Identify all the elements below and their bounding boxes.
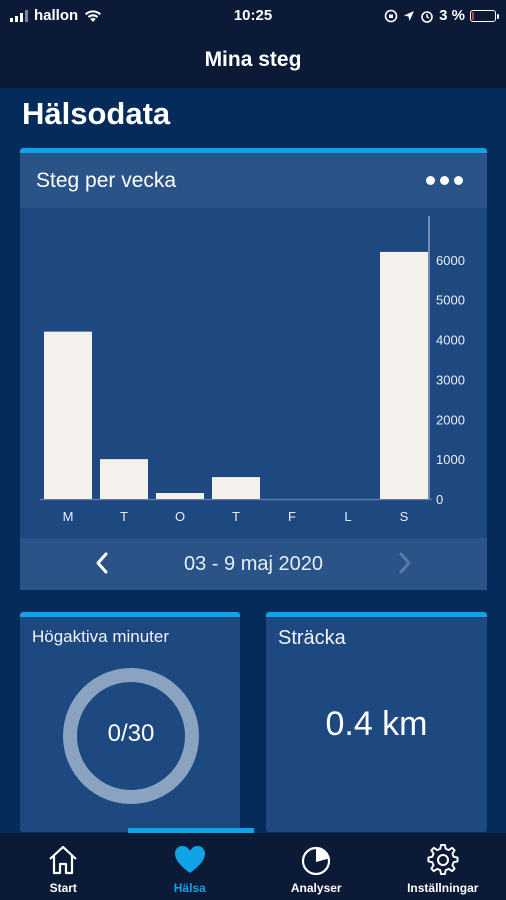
x-tick-label: F <box>288 509 296 524</box>
tab-installningar-label: Inställningar <box>407 881 479 895</box>
chart-bar <box>44 331 92 499</box>
navigation-bar: Mina steg <box>0 32 506 88</box>
tab-halsa-label: Hälsa <box>173 881 206 895</box>
x-tick-label: M <box>63 509 74 524</box>
y-tick-label: 4000 <box>436 333 465 348</box>
y-tick-label: 1000 <box>436 452 465 467</box>
distance-value: 0.4 km <box>325 705 428 743</box>
distance-title: Sträcka <box>278 627 346 649</box>
active-minutes-card[interactable]: Högaktiva minuter 0/30 <box>20 612 240 832</box>
chart-svg: M T O T F L S 0 1000 2000 3000 4000 5000 6000 <box>40 216 465 524</box>
location-icon <box>404 10 415 21</box>
x-tick-label: T <box>232 509 240 524</box>
home-icon <box>49 845 77 875</box>
y-tick-label: 2000 <box>436 412 465 427</box>
active-minutes-title: Högaktiva minuter <box>32 627 170 646</box>
y-tick-label: 0 <box>436 492 443 507</box>
x-tick-label: O <box>175 509 185 524</box>
distance-card[interactable]: Sträcka 0.4 km <box>266 612 487 832</box>
y-tick-label: 5000 <box>436 293 465 308</box>
chart-bar <box>212 477 260 499</box>
active-minutes-ring: 0/30 <box>60 665 202 807</box>
screen-title: Mina steg <box>204 48 302 71</box>
x-tick-label: L <box>344 509 351 524</box>
chevron-left-icon[interactable] <box>92 550 112 576</box>
status-right: 3 % <box>384 7 499 24</box>
steps-bar-chart: M T O T F L S 0 1000 2000 3000 4000 5000 6000 <box>20 208 487 538</box>
tab-halsa[interactable]: Hälsa <box>127 833 254 900</box>
date-range: 03 - 9 maj 2020 <box>184 552 323 575</box>
screen-lock-icon <box>384 9 398 22</box>
battery-icon <box>470 9 499 22</box>
pie-chart-icon <box>302 846 331 876</box>
chart-card-header: Steg per vecka <box>20 153 487 208</box>
x-tick-label: S <box>400 509 409 524</box>
chevron-right-icon[interactable] <box>395 550 415 576</box>
chart-card-title: Steg per vecka <box>36 168 177 192</box>
y-tick-label: 3000 <box>436 372 465 387</box>
chart-bar <box>100 459 148 499</box>
active-minutes-value: 0/30 <box>107 720 155 747</box>
heart-icon <box>174 846 205 873</box>
steps-chart-card: Steg per vecka M T O T F L S 0 1000 2000 3000 4000 5… <box>20 148 487 590</box>
chart-bar <box>380 251 428 499</box>
more-options-icon[interactable] <box>426 176 463 185</box>
x-tick-label: T <box>120 509 128 524</box>
battery-percent: 3 % <box>439 7 465 24</box>
status-bar: hallon 10:25 3 % <box>0 0 506 32</box>
battery-level <box>472 11 474 20</box>
gear-icon <box>427 843 459 876</box>
y-tick-label: 6000 <box>436 253 465 268</box>
chart-bar <box>156 493 204 499</box>
tab-analyser[interactable]: Analyser <box>253 833 380 900</box>
tab-installningar[interactable]: Inställningar <box>380 833 506 900</box>
tab-start[interactable]: Start <box>0 833 127 900</box>
alarm-icon <box>421 10 433 23</box>
tab-analyser-label: Analyser <box>290 881 342 895</box>
tab-start-label: Start <box>49 881 77 895</box>
date-navigator: 03 - 9 maj 2020 <box>20 538 487 590</box>
tab-bar: Start Hälsa Analyser Inställningar <box>0 833 506 900</box>
page-title: Hälsodata <box>22 96 171 131</box>
